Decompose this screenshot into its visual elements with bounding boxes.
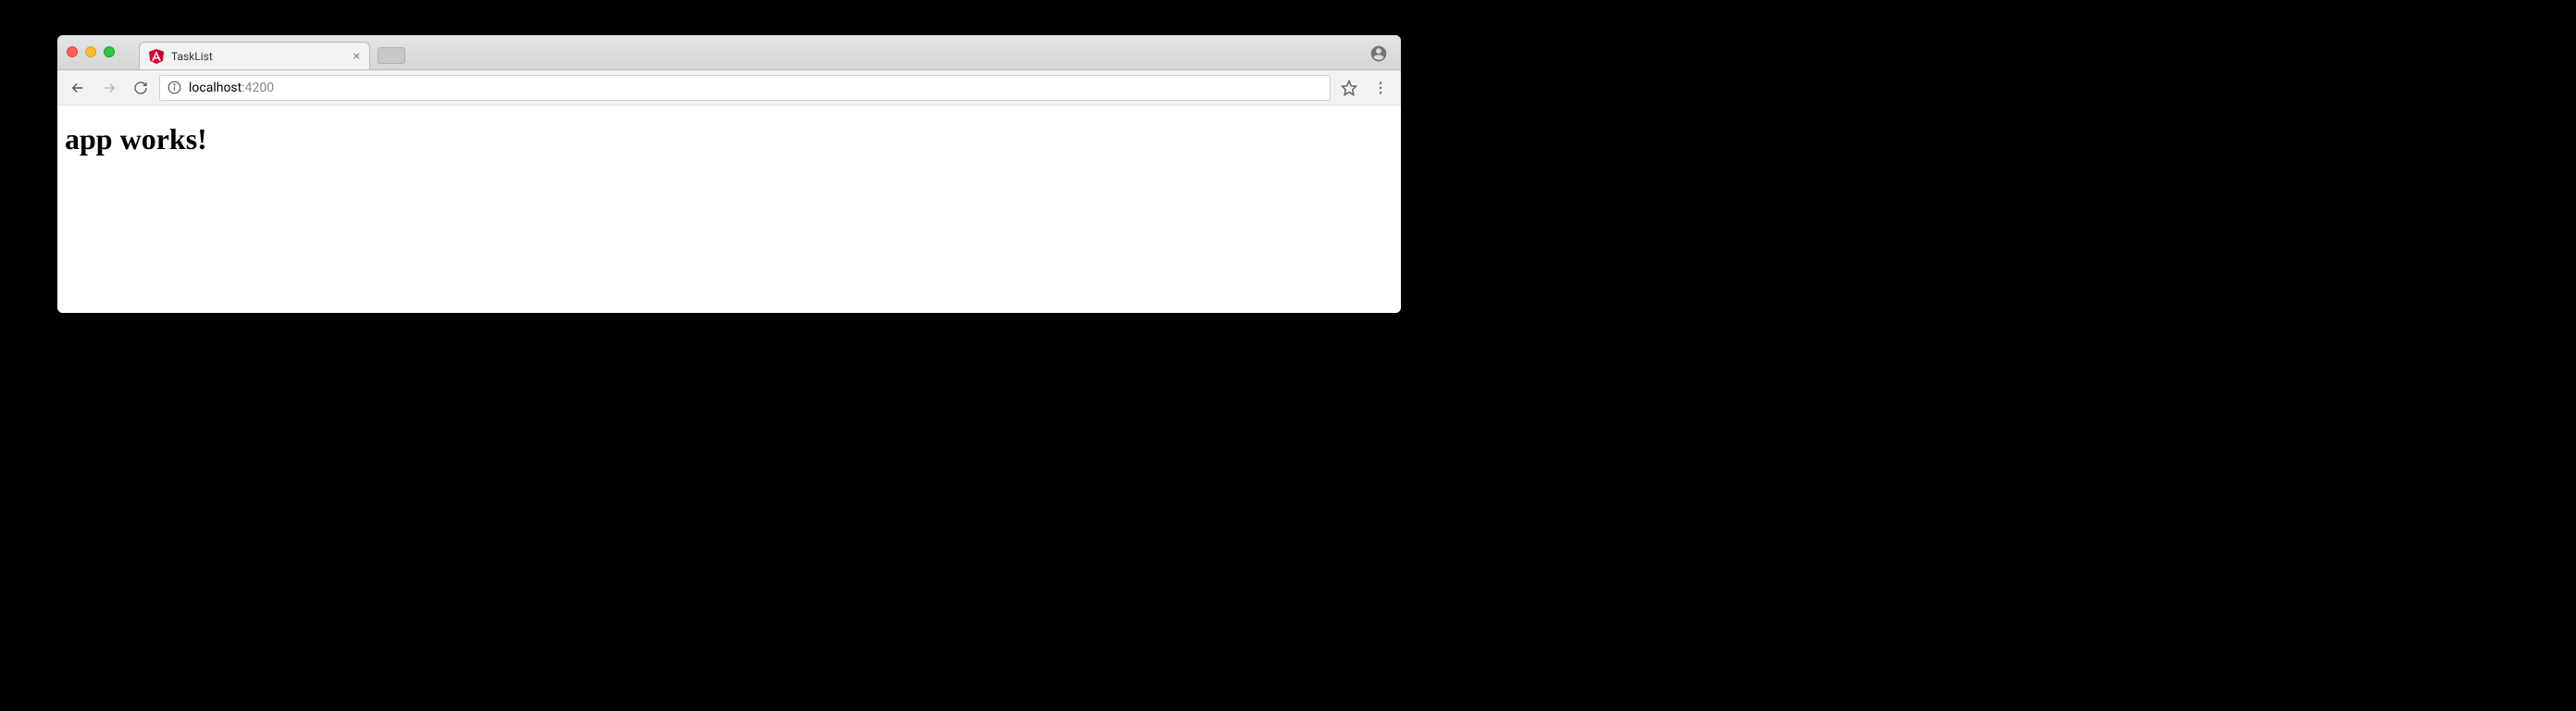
reload-button[interactable] bbox=[128, 75, 154, 101]
toolbar: localhost:4200 bbox=[57, 70, 1401, 106]
forward-button[interactable] bbox=[96, 75, 122, 101]
new-tab-button[interactable] bbox=[378, 47, 405, 64]
window-maximize-button[interactable] bbox=[104, 46, 115, 57]
profile-icon[interactable] bbox=[1369, 44, 1388, 67]
window-minimize-button[interactable] bbox=[85, 46, 96, 57]
site-info-icon[interactable] bbox=[167, 81, 181, 94]
kebab-menu-icon[interactable] bbox=[1368, 75, 1393, 101]
tab-close-button[interactable]: × bbox=[353, 49, 360, 64]
page-viewport: app works! bbox=[57, 106, 1401, 313]
window-close-button[interactable] bbox=[67, 46, 78, 57]
window-controls bbox=[67, 46, 115, 57]
browser-tab[interactable]: TaskList × bbox=[139, 42, 370, 69]
title-bar: TaskList × bbox=[57, 35, 1401, 70]
address-bar[interactable]: localhost:4200 bbox=[159, 75, 1331, 101]
url-port: :4200 bbox=[242, 81, 274, 95]
url-host: localhost bbox=[189, 81, 242, 95]
tab-title: TaskList bbox=[171, 50, 213, 63]
page-heading: app works! bbox=[65, 122, 1393, 156]
back-button[interactable] bbox=[65, 75, 91, 101]
angular-icon bbox=[149, 49, 164, 64]
browser-window: TaskList × localhost:4200 bbox=[57, 35, 1401, 313]
bookmark-star-icon[interactable] bbox=[1336, 75, 1362, 101]
